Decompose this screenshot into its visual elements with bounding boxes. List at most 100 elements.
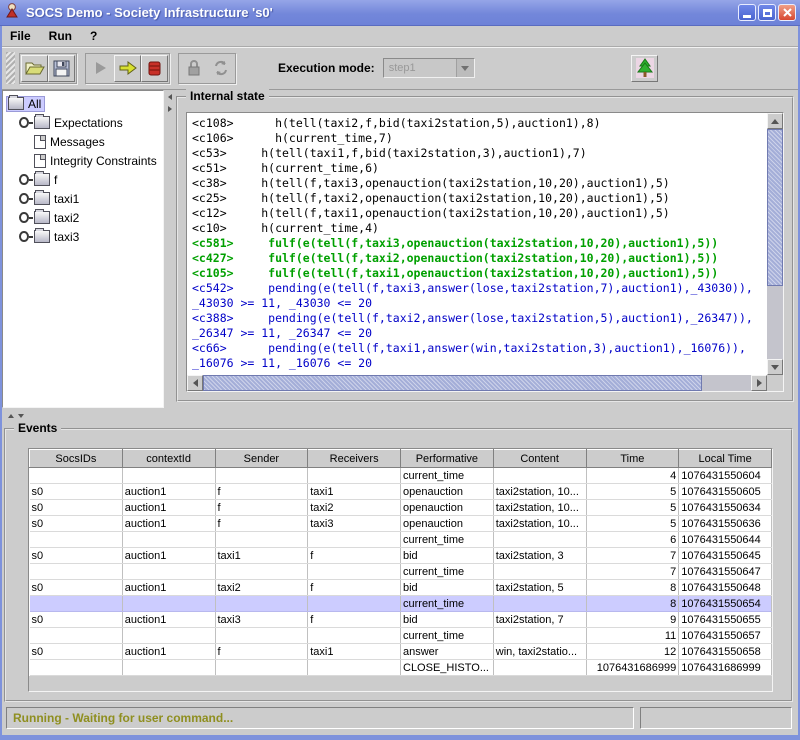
tree-item-all[interactable]: All bbox=[3, 94, 163, 113]
event-row[interactable]: s0auction1taxi2fbidtaxi2station, 5810764… bbox=[30, 580, 772, 596]
state-line: <c106> h(current_time,7) bbox=[192, 131, 763, 146]
event-cell bbox=[493, 564, 586, 580]
event-cell bbox=[493, 628, 586, 644]
execution-mode-value: step1 bbox=[384, 62, 456, 74]
column-header-receivers[interactable]: Receivers bbox=[308, 450, 401, 468]
state-line: <c105> fulf(e(tell(f,taxi1,openauction(t… bbox=[192, 266, 763, 281]
event-row[interactable]: s0auction1ftaxi1openauctiontaxi2station,… bbox=[30, 484, 772, 500]
event-cell: 8 bbox=[586, 596, 679, 612]
expand-handle-icon[interactable] bbox=[15, 174, 33, 185]
event-cell: s0 bbox=[30, 580, 123, 596]
horizontal-split-divider[interactable] bbox=[2, 408, 798, 423]
vertical-split-divider[interactable] bbox=[164, 90, 175, 408]
column-header-contextid[interactable]: contextId bbox=[122, 450, 215, 468]
event-cell: answer bbox=[401, 644, 494, 660]
expand-right-icon[interactable] bbox=[165, 104, 174, 114]
society-tree-button[interactable] bbox=[631, 55, 658, 82]
open-button[interactable] bbox=[21, 55, 48, 82]
menu-file[interactable]: File bbox=[10, 29, 31, 43]
event-cell: taxi2station, 10... bbox=[493, 500, 586, 516]
event-cell: s0 bbox=[30, 484, 123, 500]
lock-button bbox=[180, 55, 207, 82]
event-row[interactable]: current_time111076431550657 bbox=[30, 628, 772, 644]
expand-handle-icon[interactable] bbox=[15, 117, 33, 128]
step-arrow-icon bbox=[119, 61, 137, 75]
column-header-content[interactable]: Content bbox=[493, 450, 586, 468]
event-cell bbox=[215, 532, 308, 548]
collapse-left-icon[interactable] bbox=[165, 92, 174, 102]
event-cell: current_time bbox=[401, 532, 494, 548]
event-cell bbox=[308, 532, 401, 548]
toolbar-drag-handle[interactable] bbox=[6, 52, 15, 84]
scroll-up-icon[interactable] bbox=[767, 113, 783, 129]
horizontal-scrollbar[interactable] bbox=[187, 375, 767, 391]
event-cell bbox=[215, 564, 308, 580]
expand-handle-icon[interactable] bbox=[15, 212, 33, 223]
vertical-scroll-thumb[interactable] bbox=[767, 129, 783, 286]
tree-item-f[interactable]: f bbox=[3, 170, 163, 189]
column-header-sender[interactable]: Sender bbox=[215, 450, 308, 468]
application-window: SOCS Demo - Society Infrastructure 's0' … bbox=[0, 0, 800, 740]
state-line: <c388> pending(e(tell(f,taxi2,answer(los… bbox=[192, 311, 763, 326]
event-row[interactable]: s0auction1ftaxi1answerwin, taxi2statio..… bbox=[30, 644, 772, 660]
tree-item-label: All bbox=[28, 97, 41, 111]
event-cell: openauction bbox=[401, 484, 494, 500]
play-icon bbox=[94, 61, 108, 75]
step-button[interactable] bbox=[114, 55, 141, 82]
save-icon bbox=[53, 60, 70, 77]
event-cell: s0 bbox=[30, 548, 123, 564]
folder-icon bbox=[34, 211, 50, 224]
scroll-down-icon[interactable] bbox=[767, 359, 783, 375]
event-row[interactable]: CLOSE_HISTO...10764316869991076431686999 bbox=[30, 660, 772, 676]
tree-item-label: taxi2 bbox=[54, 211, 79, 225]
tree-item-integrity-constraints[interactable]: Integrity Constraints bbox=[3, 151, 163, 170]
event-cell: 1076431550636 bbox=[679, 516, 772, 532]
collapse-up-icon[interactable] bbox=[8, 414, 14, 418]
state-line: <c66> pending(e(tell(f,taxi1,answer(win,… bbox=[192, 341, 763, 356]
expand-handle-icon[interactable] bbox=[15, 231, 33, 242]
expand-handle-icon[interactable] bbox=[15, 193, 33, 204]
expand-down-icon[interactable] bbox=[18, 414, 24, 418]
event-row[interactable]: current_time81076431550654 bbox=[30, 596, 772, 612]
window-title: SOCS Demo - Society Infrastructure 's0' bbox=[26, 5, 273, 20]
save-button[interactable] bbox=[48, 55, 75, 82]
minimize-button[interactable] bbox=[738, 4, 756, 21]
close-button[interactable] bbox=[778, 4, 796, 21]
menu-help[interactable]: ? bbox=[90, 29, 97, 43]
event-cell: 1076431550654 bbox=[679, 596, 772, 612]
column-header-performative[interactable]: Performative bbox=[401, 450, 494, 468]
event-cell bbox=[493, 660, 586, 676]
tree-item-messages[interactable]: Messages bbox=[3, 132, 163, 151]
vertical-scrollbar[interactable] bbox=[767, 113, 783, 375]
scroll-right-icon[interactable] bbox=[751, 375, 767, 391]
scroll-left-icon[interactable] bbox=[187, 375, 203, 391]
event-cell: 1076431550634 bbox=[679, 500, 772, 516]
column-header-local-time[interactable]: Local Time bbox=[679, 450, 772, 468]
event-row[interactable]: s0auction1taxi3fbidtaxi2station, 7910764… bbox=[30, 612, 772, 628]
event-row[interactable]: current_time61076431550644 bbox=[30, 532, 772, 548]
tree-item-taxi1[interactable]: taxi1 bbox=[3, 189, 163, 208]
event-row[interactable]: current_time71076431550647 bbox=[30, 564, 772, 580]
event-row[interactable]: current_time41076431550604 bbox=[30, 468, 772, 484]
tree-item-expectations[interactable]: Expectations bbox=[3, 113, 163, 132]
status-bar: Running - Waiting for user command... bbox=[6, 707, 634, 729]
internal-state-text: <c108> h(tell(taxi2,f,bid(taxi2station,5… bbox=[192, 116, 763, 373]
file-icon bbox=[34, 154, 46, 168]
menu-run[interactable]: Run bbox=[49, 29, 72, 43]
execution-mode-select[interactable]: step1 bbox=[383, 58, 475, 78]
event-cell: f bbox=[308, 612, 401, 628]
state-line: <c10> h(current_time,4) bbox=[192, 221, 763, 236]
stop-icon bbox=[148, 61, 161, 76]
column-header-time[interactable]: Time bbox=[586, 450, 679, 468]
stop-button[interactable] bbox=[141, 55, 168, 82]
event-row[interactable]: s0auction1ftaxi3openauctiontaxi2station,… bbox=[30, 516, 772, 532]
column-header-socsids[interactable]: SocsIDs bbox=[30, 450, 123, 468]
tree-item-taxi3[interactable]: taxi3 bbox=[3, 227, 163, 246]
tree-item-taxi2[interactable]: taxi2 bbox=[3, 208, 163, 227]
horizontal-scroll-thumb[interactable] bbox=[203, 375, 702, 391]
event-row[interactable]: s0auction1ftaxi2openauctiontaxi2station,… bbox=[30, 500, 772, 516]
event-cell: f bbox=[215, 644, 308, 660]
event-cell: taxi2station, 3 bbox=[493, 548, 586, 564]
event-row[interactable]: s0auction1taxi1fbidtaxi2station, 3710764… bbox=[30, 548, 772, 564]
maximize-button[interactable] bbox=[758, 4, 776, 21]
